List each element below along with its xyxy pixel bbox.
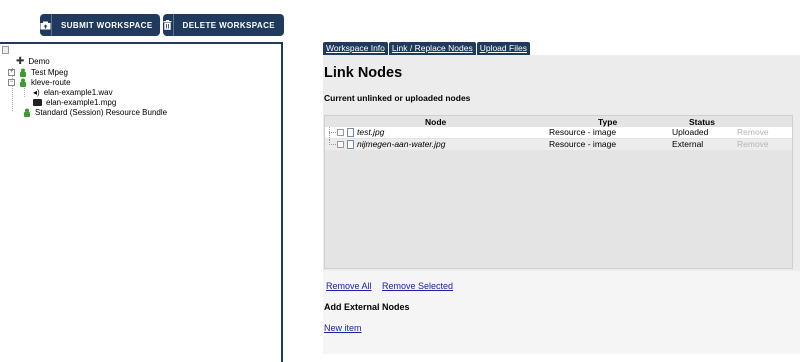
column-header-node: Node	[425, 117, 447, 127]
node-status: Uploaded	[672, 127, 709, 137]
video-icon	[33, 98, 42, 106]
section-subtitle: Current unlinked or uploaded nodes	[324, 93, 471, 103]
tree-node-resource-bundle[interactable]: Standard (Session) Resource Bundle	[23, 107, 167, 117]
submit-workspace-label: SUBMIT WORKSPACE	[61, 20, 153, 30]
collapse-icon[interactable]: −	[8, 78, 15, 86]
bundle-icon	[19, 78, 27, 87]
tree-node-label: Test Mpeg	[31, 67, 68, 77]
tab-link-replace-nodes[interactable]: Link / Replace Nodes	[388, 42, 476, 55]
new-item-link[interactable]: New item	[324, 323, 362, 333]
nodes-table: Node Type Status test.jpg Resource - ima…	[324, 115, 793, 269]
delete-workspace-button[interactable]: DELETE WORKSPACE	[163, 14, 284, 36]
content-panel: Link Nodes Current unlinked or uploaded …	[323, 55, 800, 354]
file-icon	[347, 128, 354, 137]
column-header-type: Type	[598, 117, 618, 127]
row-checkbox[interactable]	[337, 129, 344, 136]
node-type: Resource - image	[549, 127, 617, 137]
tree-node-label: elan-example1.wav	[43, 87, 113, 97]
node-status: External	[672, 139, 704, 149]
delete-workspace-label: DELETE WORKSPACE	[182, 20, 275, 30]
remove-link[interactable]: Remove	[737, 127, 769, 138]
row-checkbox[interactable]	[337, 141, 344, 148]
tab-workspace-info[interactable]: Workspace Info	[323, 42, 388, 55]
remove-selected-link[interactable]: Remove Selected	[382, 281, 453, 291]
remove-all-link[interactable]: Remove All	[326, 281, 372, 291]
tab-upload-files[interactable]: Upload Files	[476, 42, 530, 55]
audio-icon: ◂)	[33, 87, 40, 97]
page-title: Link Nodes	[324, 65, 403, 81]
table-row: test.jpg Resource - image Uploaded Remov…	[325, 127, 792, 138]
tree-node-label: kleve-route	[31, 77, 71, 87]
submit-workspace-button[interactable]: SUBMIT WORKSPACE	[40, 14, 160, 36]
tree-node-demo[interactable]: ✚ Demo	[16, 55, 50, 67]
workspace-tree-panel: ✚ Demo + Test Mpeg − kleve-route ◂) elan…	[0, 42, 283, 362]
move-icon: ✚	[16, 55, 25, 67]
tree-node-kleve-route[interactable]: − kleve-route	[8, 77, 71, 87]
tree-node-label: Standard (Session) Resource Bundle	[35, 107, 168, 117]
node-name: nijmegen-aan-water.jpg	[357, 139, 446, 149]
tree-node-elan-wav[interactable]: ◂) elan-example1.wav	[33, 87, 113, 97]
bundle-icon	[23, 108, 31, 117]
table-row: nijmegen-aan-water.jpg Resource - image …	[325, 139, 792, 150]
node-name: test.jpg	[357, 127, 385, 137]
actions-area: Remove All Remove Selected Add External …	[323, 271, 800, 354]
tree-root-icon	[2, 46, 9, 54]
trash-icon	[163, 14, 174, 36]
expand-icon[interactable]: +	[8, 68, 15, 76]
bundle-icon	[19, 68, 27, 77]
node-type: Resource - image	[549, 139, 617, 149]
tree-node-elan-mpg[interactable]: elan-example1.mpg	[33, 97, 116, 107]
tree-node-label: elan-example1.mpg	[46, 97, 117, 107]
file-icon	[347, 140, 354, 149]
tree-node-label: Demo	[28, 56, 50, 66]
remove-link[interactable]: Remove	[737, 139, 769, 150]
column-header-status: Status	[689, 117, 715, 127]
tree-node-test-mpeg[interactable]: + Test Mpeg	[8, 67, 68, 77]
add-external-heading: Add External Nodes	[324, 302, 410, 312]
upload-box-icon	[40, 14, 52, 36]
tab-bar: Workspace Info Link / Replace Nodes Uplo…	[323, 42, 530, 55]
